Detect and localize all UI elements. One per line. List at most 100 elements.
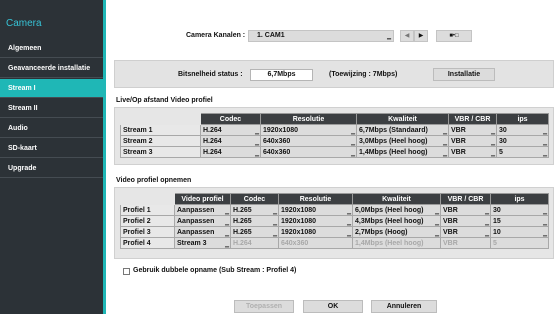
chevron-down-icon: ▁ <box>443 129 447 135</box>
vbr-select[interactable]: VBR ▁ <box>448 124 497 136</box>
ips-value: 30 <box>499 137 507 145</box>
video-profile-value: Aanpassen <box>177 217 215 225</box>
table-row: Stream 1 H.264 ▁ 1920x1080 ▁ 6,7Mbps (Stan… <box>120 124 549 136</box>
sidebar-item-audio[interactable]: Audio <box>0 119 103 138</box>
sidebar-item-stream-ii[interactable]: Stream II <box>0 99 103 118</box>
table-row: Profiel 4 Stream 3 ▁ H.264 640x360 1,4Mbp… <box>120 237 549 249</box>
codec-select[interactable]: H.265 ▁ <box>230 204 279 216</box>
camera-channel-dropdown[interactable]: 1. CAM1 ▁ <box>248 30 394 42</box>
resolution-value: 1920x1080 <box>263 126 299 134</box>
header-vbr-cbr: VBR / CBR <box>448 113 497 125</box>
sidebar-item-stream-i[interactable]: Stream I <box>0 79 103 98</box>
resolution-value: 1920x1080 <box>281 206 317 214</box>
cancel-button-label: Annuleren <box>386 303 422 310</box>
quality-select: 1,4Mbps (Heel hoog) <box>352 237 441 249</box>
chevron-down-icon: ▁ <box>225 220 229 226</box>
quality-select[interactable]: 1,4Mbps (Heel hoog) ▁ <box>356 146 449 158</box>
bitrate-allocation: (Toewijzing : 7Mbps) <box>329 71 398 78</box>
chevron-down-icon: ▁ <box>351 129 355 135</box>
sidebar-item-upgrade[interactable]: Upgrade <box>0 159 103 178</box>
chevron-down-icon: ▁ <box>225 209 229 215</box>
quality-value: 2,7Mbps (Hoog) <box>355 228 408 236</box>
sidebar-item-geavanceerde-installatie[interactable]: Geavanceerde installatie <box>0 59 103 78</box>
header-ips: ips <box>496 113 549 125</box>
quality-select[interactable]: 6,0Mbps (Heel hoog) ▁ <box>352 204 441 216</box>
resolution-select[interactable]: 1920x1080 ▁ <box>260 124 357 136</box>
resolution-value: 640x360 <box>281 239 309 247</box>
table-row: Stream 3 H.264 ▁ 640x360 ▁ 1,4Mbps (Heel h… <box>120 146 549 158</box>
header-video-profile: Video profiel <box>174 193 231 205</box>
chevron-down-icon: ▁ <box>543 231 547 237</box>
codec-value: H.265 <box>233 206 252 214</box>
resolution-select[interactable]: 1920x1080 ▁ <box>278 215 353 227</box>
vbr-value: VBR <box>443 239 458 247</box>
chevron-down-icon: ▁ <box>443 140 447 146</box>
install-button[interactable]: Installatie <box>433 68 495 81</box>
ok-button[interactable]: OK <box>303 300 363 313</box>
quality-value: 3,0Mbps (Heel hoog) <box>359 137 428 145</box>
quality-select[interactable]: 2,7Mbps (Hoog) ▁ <box>352 226 441 238</box>
video-profile-select[interactable]: Aanpassen ▁ <box>174 215 231 227</box>
ips-select[interactable]: 5 ▁ <box>496 146 549 158</box>
arrow-left-icon[interactable]: ◀ <box>400 30 414 42</box>
stream-name: Stream 3 <box>120 146 201 158</box>
vbr-select[interactable]: VBR ▁ <box>448 135 497 147</box>
codec-value: H.264 <box>233 239 252 247</box>
resolution-select[interactable]: 640x360 ▁ <box>260 146 357 158</box>
resolution-select: 640x360 <box>278 237 353 249</box>
chevron-down-icon: ▁ <box>543 209 547 215</box>
dual-record-checkbox[interactable] <box>123 268 130 275</box>
vbr-value: VBR <box>443 206 458 214</box>
bitrate-status-value: 6,7Mbps <box>250 69 313 81</box>
quality-select[interactable]: 4,3Mbps (Heel hoog) ▁ <box>352 215 441 227</box>
video-profile-select[interactable]: Aanpassen ▁ <box>174 226 231 238</box>
resolution-select[interactable]: 1920x1080 ▁ <box>278 204 353 216</box>
quality-select[interactable]: 6,7Mbps (Standaard) ▁ <box>356 124 449 136</box>
ips-select[interactable]: 30 ▁ <box>496 124 549 136</box>
chevron-down-icon: ▁ <box>255 151 259 157</box>
profile-name: Profiel 4 <box>120 237 175 249</box>
chevron-down-icon: ▁ <box>543 220 547 226</box>
arrow-right-icon[interactable]: ▶ <box>414 30 428 42</box>
copy-settings-icon[interactable]: ■•□ <box>436 30 472 42</box>
quality-select[interactable]: 3,0Mbps (Heel hoog) ▁ <box>356 135 449 147</box>
header-quality: Kwaliteit <box>352 193 441 205</box>
profile-name: Profiel 1 <box>120 204 175 216</box>
chevron-down-icon: ▁ <box>347 209 351 215</box>
video-profile-select[interactable]: Stream 3 ▁ <box>174 237 231 249</box>
resolution-value: 1920x1080 <box>281 217 317 225</box>
codec-select[interactable]: H.265 ▁ <box>230 215 279 227</box>
chevron-down-icon: ▁ <box>387 34 391 40</box>
vbr-select[interactable]: VBR ▁ <box>440 226 491 238</box>
vbr-select[interactable]: VBR ▁ <box>440 215 491 227</box>
header-resolution: Resolutie <box>260 113 357 125</box>
apply-button[interactable]: Toepassen <box>234 300 294 313</box>
vbr-value: VBR <box>443 217 458 225</box>
vbr-select[interactable]: VBR ▁ <box>440 204 491 216</box>
chevron-down-icon: ▁ <box>351 140 355 146</box>
ips-select[interactable]: 10 ▁ <box>490 226 549 238</box>
ips-select[interactable]: 15 ▁ <box>490 215 549 227</box>
cancel-button[interactable]: Annuleren <box>371 300 437 313</box>
codec-select[interactable]: H.264 ▁ <box>200 135 261 147</box>
table-row: Profiel 2 Aanpassen ▁ H.265 ▁ 1920x1080 ▁ 4… <box>120 215 549 227</box>
sidebar-item-sd-kaart[interactable]: SD-kaart <box>0 139 103 158</box>
vbr-value: VBR <box>451 148 466 156</box>
ips-select[interactable]: 30 ▁ <box>490 204 549 216</box>
resolution-select[interactable]: 1920x1080 ▁ <box>278 226 353 238</box>
chevron-down-icon: ▁ <box>543 151 547 157</box>
codec-value: H.264 <box>203 148 222 156</box>
header-quality: Kwaliteit <box>356 113 449 125</box>
resolution-value: 1920x1080 <box>281 228 317 236</box>
ips-select[interactable]: 30 ▁ <box>496 135 549 147</box>
codec-select[interactable]: H.264 ▁ <box>200 146 261 158</box>
video-profile-select[interactable]: Aanpassen ▁ <box>174 204 231 216</box>
vbr-select[interactable]: VBR ▁ <box>448 146 497 158</box>
sidebar-item-algemeen[interactable]: Algemeen <box>0 39 103 58</box>
codec-select[interactable]: H.264 ▁ <box>200 124 261 136</box>
header-vbr-cbr: VBR / CBR <box>440 193 491 205</box>
codec-select[interactable]: H.265 ▁ <box>230 226 279 238</box>
header-codec: Codec <box>230 193 279 205</box>
resolution-select[interactable]: 640x360 ▁ <box>260 135 357 147</box>
main-content: Camera Kanalen : 1. CAM1 ▁ ◀ ▶ ■•□ Bitsn… <box>106 0 557 314</box>
